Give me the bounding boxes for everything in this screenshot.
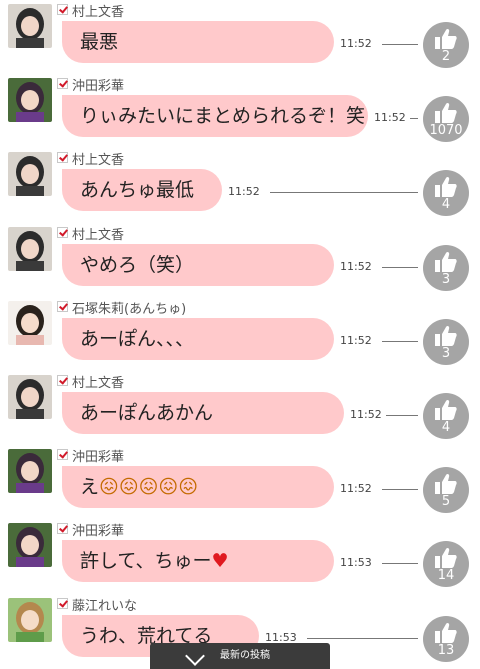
message-time: 11:52 <box>374 111 406 124</box>
message-time: 11:52 <box>228 185 260 198</box>
message-row: 沖田彩華 え😖😖😖😖😖 11:52 5 <box>0 445 480 519</box>
message-bubble: やめろ（笑） <box>62 244 334 286</box>
like-count: 13 <box>437 643 455 658</box>
message-bubble: 許して、ちゅー♥ <box>62 540 334 582</box>
message-text: 許して、ちゅー <box>80 550 212 572</box>
sender-name: 村上文香 <box>72 228 125 243</box>
message-row: 沖田彩華 りぃみたいにまとめられるぞ！笑 11:52 1070 <box>0 74 480 148</box>
like-count: 14 <box>437 568 455 583</box>
sender-name: 沖田彩華 <box>72 450 125 465</box>
verified-check-icon <box>57 523 68 534</box>
sender-name: 藤江れいな <box>72 599 138 614</box>
message-bubble: あーぽんあかん <box>62 392 344 434</box>
like-button[interactable]: 5 <box>423 467 469 513</box>
connector-line <box>382 44 418 45</box>
avatar[interactable] <box>8 523 52 567</box>
message-text: 最悪 <box>80 31 119 53</box>
message-text: やめろ（笑） <box>80 254 195 276</box>
like-count: 4 <box>441 420 451 435</box>
like-button[interactable]: 2 <box>423 22 469 68</box>
latest-posts-bar[interactable]: 最新の投稿 <box>150 643 330 669</box>
message-emoji: ♥ <box>211 550 229 572</box>
verified-check-icon <box>57 598 68 609</box>
avatar[interactable] <box>8 449 52 493</box>
avatar[interactable] <box>8 227 52 271</box>
message-bubble: りぃみたいにまとめられるぞ！笑 <box>62 95 368 137</box>
avatar[interactable] <box>8 598 52 642</box>
chevron-down-icon[interactable] <box>185 646 205 666</box>
message-time: 11:52 <box>340 482 372 495</box>
like-button[interactable]: 1070 <box>423 96 469 142</box>
avatar[interactable] <box>8 78 52 122</box>
sender-name: 村上文香 <box>72 376 125 391</box>
like-count: 2 <box>441 49 451 64</box>
message-row: 村上文香 最悪 11:52 2 <box>0 0 480 74</box>
message-text: あーぽん、、、 <box>80 328 195 350</box>
latest-posts-label: 最新の投稿 <box>220 650 270 661</box>
like-count: 3 <box>441 346 451 361</box>
connector-line <box>410 118 418 119</box>
message-bubble: え😖😖😖😖😖 <box>62 466 334 508</box>
message-text: りぃみたいにまとめられるぞ！笑 <box>80 105 366 127</box>
connector-line <box>382 341 418 342</box>
like-count: 1070 <box>429 123 463 138</box>
like-count: 4 <box>441 197 451 212</box>
verified-check-icon <box>57 301 68 312</box>
like-button[interactable]: 3 <box>423 319 469 365</box>
message-row: 村上文香 あーぽんあかん 11:52 4 <box>0 371 480 445</box>
avatar[interactable] <box>8 152 52 196</box>
connector-line <box>382 563 418 564</box>
verified-check-icon <box>57 227 68 238</box>
verified-check-icon <box>57 375 68 386</box>
like-count: 5 <box>441 494 451 509</box>
avatar[interactable] <box>8 301 52 345</box>
message-bubble: あーぽん、、、 <box>62 318 334 360</box>
message-text: え <box>80 476 100 498</box>
message-row: 村上文香 あんちゅ最低 11:52 4 <box>0 148 480 222</box>
avatar[interactable] <box>8 4 52 48</box>
message-time: 11:53 <box>340 556 372 569</box>
message-bubble: 最悪 <box>62 21 334 63</box>
like-button[interactable]: 13 <box>423 616 469 662</box>
sender-name: 沖田彩華 <box>72 79 125 94</box>
message-time: 11:52 <box>340 260 372 273</box>
message-time: 11:52 <box>340 334 372 347</box>
connector-line <box>270 192 418 193</box>
message-bubble: あんちゅ最低 <box>62 169 222 211</box>
like-button[interactable]: 14 <box>423 541 469 587</box>
like-count: 3 <box>441 272 451 287</box>
sender-name: 村上文香 <box>72 5 125 20</box>
message-time: 11:52 <box>340 37 372 50</box>
verified-check-icon <box>57 78 68 89</box>
message-emoji: 😖😖😖😖😖 <box>99 476 199 498</box>
connector-line <box>386 415 418 416</box>
avatar[interactable] <box>8 375 52 419</box>
sender-name: 沖田彩華 <box>72 524 125 539</box>
message-row: 村上文香 やめろ（笑） 11:52 3 <box>0 223 480 297</box>
like-button[interactable]: 4 <box>423 170 469 216</box>
connector-line <box>307 638 418 639</box>
message-time: 11:52 <box>350 408 382 421</box>
message-text: あーぽんあかん <box>80 402 214 424</box>
like-button[interactable]: 3 <box>423 245 469 291</box>
verified-check-icon <box>57 152 68 163</box>
verified-check-icon <box>57 449 68 460</box>
connector-line <box>382 489 418 490</box>
sender-name: 村上文香 <box>72 153 125 168</box>
like-button[interactable]: 4 <box>423 393 469 439</box>
sender-name: 石塚朱莉(あんちゅ) <box>72 302 187 317</box>
message-row: 石塚朱莉(あんちゅ) あーぽん、、、 11:52 3 <box>0 297 480 371</box>
message-row: 沖田彩華 許して、ちゅー♥ 11:53 14 <box>0 519 480 593</box>
message-text: あんちゅ最低 <box>80 179 195 201</box>
verified-check-icon <box>57 4 68 15</box>
connector-line <box>382 267 418 268</box>
